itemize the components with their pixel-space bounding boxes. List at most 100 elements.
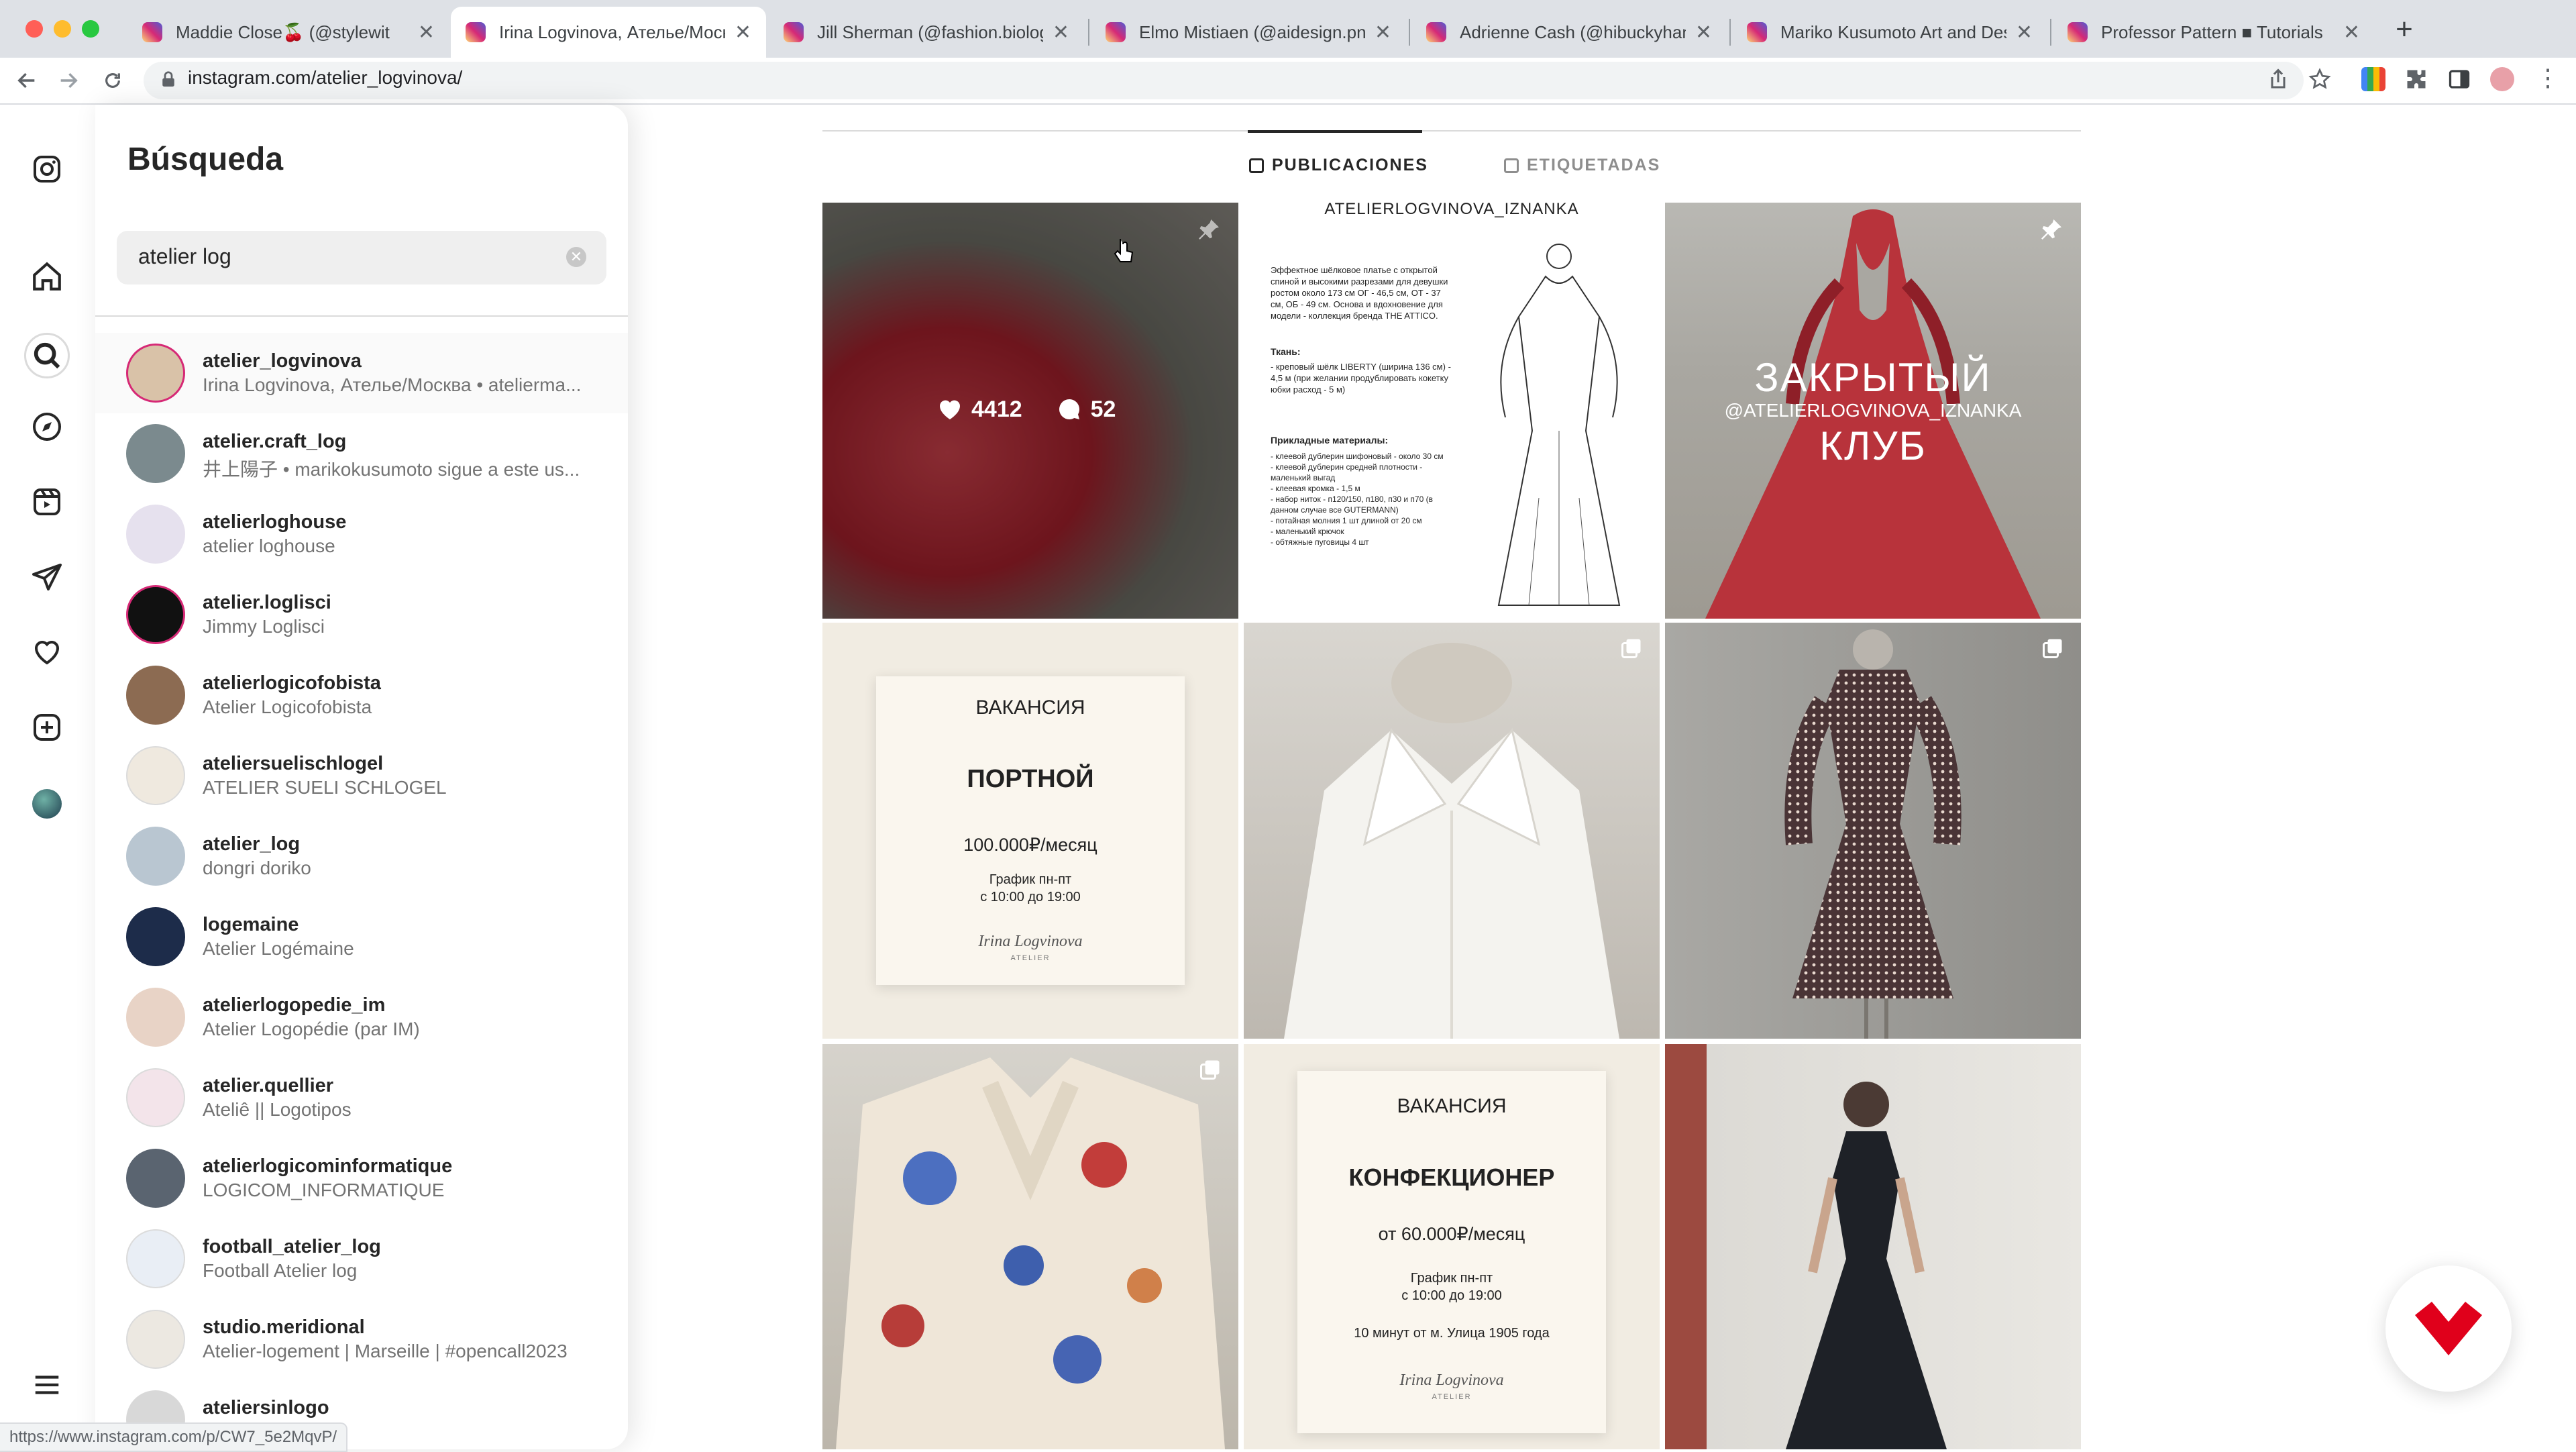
post-overlay-handle: @ATELIERLOGVINOVA_IZNANKA	[1724, 400, 2022, 421]
profile-avatar[interactable]	[32, 789, 62, 819]
post-thumbnail[interactable]	[1244, 623, 1660, 1039]
carousel-icon	[1198, 1057, 1225, 1084]
window-zoom-button[interactable]	[82, 20, 99, 38]
extensions-puzzle-icon[interactable]	[2404, 67, 2428, 91]
bookmark-star-icon[interactable]	[2308, 67, 2332, 91]
side-panel-icon[interactable]	[2447, 67, 2471, 91]
result-username: atelierlogicominformatique	[203, 1155, 453, 1177]
post-thumbnail[interactable]: ВАКАНСИЯ ПОРТНОЙ 100.000₽/месяц График п…	[822, 623, 1238, 1039]
post-description: Эффектное шёлковое платье с открытой спи…	[1271, 265, 1448, 321]
tagged-icon	[1504, 158, 1519, 173]
tab-posts[interactable]: PUBLICACIONES	[1249, 156, 1428, 175]
browser-tab[interactable]: Maddie Close🍒 (@stylewit ✕	[127, 7, 449, 58]
search-icon[interactable]	[24, 333, 70, 378]
browser-tab[interactable]: Mariko Kusumoto Art and Desi ✕	[1732, 7, 2047, 58]
post-materials-list: - клеевой дублерин шифоновый - около 30 …	[1271, 452, 1444, 547]
address-bar[interactable]	[144, 62, 2304, 99]
url-text[interactable]: instagram.com/atelier_logvinova/	[188, 67, 462, 89]
post-thumbnail[interactable]: 4412 52	[822, 203, 1238, 619]
close-tab-icon[interactable]: ✕	[1053, 21, 1069, 44]
result-username: atelier_log	[203, 833, 301, 855]
app-logo-icon	[2415, 1302, 2482, 1355]
tab-tagged[interactable]: ETIQUETADAS	[1504, 156, 1660, 175]
result-fullname: Atelier Logicofobista	[203, 696, 372, 717]
browser-tab[interactable]: Jill Sherman (@fashion.biologi ✕	[769, 7, 1084, 58]
close-tab-icon[interactable]: ✕	[418, 21, 435, 44]
tab-separator	[1409, 19, 1410, 46]
result-username: studio.meridional	[203, 1316, 365, 1338]
home-icon[interactable]	[27, 256, 67, 297]
close-tab-icon[interactable]: ✕	[2016, 21, 2033, 44]
result-avatar	[126, 1068, 185, 1127]
search-panel-title: Búsqueda	[127, 142, 284, 177]
instagram-favicon-icon	[784, 22, 804, 42]
close-tab-icon[interactable]: ✕	[1695, 21, 1712, 44]
vacancy-heading: ВАКАНСИЯ	[975, 696, 1085, 719]
vacancy-hours: с 10:00 до 19:00	[1401, 1288, 1502, 1303]
result-fullname: 井上陽子 • marikokusumoto sigue a este us...	[203, 459, 580, 480]
reload-icon[interactable]	[97, 64, 129, 97]
back-icon[interactable]	[11, 64, 43, 97]
like-count: 4412	[971, 396, 1022, 422]
explore-icon[interactable]	[27, 407, 67, 447]
result-avatar	[126, 1229, 185, 1288]
direct-messages-icon[interactable]	[27, 557, 67, 597]
browser-menu-icon[interactable]: ⋮	[2536, 66, 2560, 91]
print-dress-photo	[1784, 629, 1962, 1039]
pinned-post-icon	[2038, 216, 2065, 243]
reels-icon[interactable]	[27, 482, 67, 522]
post-thumbnail[interactable]: ЗАКРЫТЫЙ @ATELIERLOGVINOVA_IZNANKA КЛУБ	[1665, 203, 2081, 619]
vacancy-location: 10 минут от м. Улица 1905 года	[1354, 1326, 1550, 1341]
atelier-signature-sub: ATELIER	[1432, 1393, 1472, 1401]
post-thumbnail[interactable]	[1665, 1044, 2081, 1449]
forward-icon[interactable]	[52, 64, 85, 97]
window-minimize-button[interactable]	[54, 20, 71, 38]
vacancy-schedule: График пн-пт	[1410, 1271, 1493, 1286]
vacancy-heading: ВАКАНСИЯ	[1397, 1095, 1507, 1117]
instagram-logo-icon[interactable]	[27, 149, 67, 189]
instagram-nav-rail	[0, 105, 97, 1449]
floating-app-button[interactable]	[2385, 1265, 2512, 1392]
share-icon[interactable]	[2266, 67, 2290, 91]
site-info-icon[interactable]	[158, 70, 178, 90]
profile-divider	[822, 130, 2081, 132]
clear-search-icon[interactable]: ✕	[566, 247, 586, 267]
post-thumbnail[interactable]: ВАКАНСИЯ КОНФЕКЦИОНЕР от 60.000₽/месяц Г…	[1244, 1044, 1660, 1449]
browser-tab[interactable]: Adrienne Cash (@hibuckyhand ✕	[1411, 7, 1727, 58]
tab-separator	[2050, 19, 2051, 46]
close-tab-icon[interactable]: ✕	[735, 21, 751, 44]
instagram-favicon-icon	[466, 22, 486, 42]
close-tab-icon[interactable]: ✕	[2343, 21, 2360, 44]
browser-tab[interactable]: Professor Pattern ■ Tutorials ✕	[2053, 7, 2375, 58]
browser-tab[interactable]: Elmo Mistiaen (@aidesign.png) ✕	[1091, 7, 1406, 58]
result-fullname: Jimmy Loglisci	[203, 616, 325, 637]
more-menu-icon[interactable]	[27, 1365, 67, 1405]
result-avatar	[126, 827, 185, 886]
search-divider	[95, 315, 628, 317]
result-username: atelier.quellier	[203, 1075, 334, 1096]
post-thumbnail[interactable]	[1665, 623, 2081, 1039]
close-tab-icon[interactable]: ✕	[1375, 21, 1391, 44]
browser-tab-active[interactable]: Irina Logvinova, Ателье/Моск ✕	[451, 7, 766, 58]
active-tab-indicator	[1248, 130, 1422, 133]
result-avatar	[126, 505, 185, 564]
create-post-icon[interactable]	[27, 707, 67, 747]
new-tab-button[interactable]: +	[2388, 13, 2420, 46]
post-thumbnail[interactable]: ATELIERLOGVINOVA_IZNANKA Эффектное шёлко…	[1244, 203, 1660, 619]
window-close-button[interactable]	[25, 20, 43, 38]
vacancy-role: КОНФЕКЦИОНЕР	[1348, 1163, 1555, 1191]
result-fullname: Atelier-logement | Marseille | #opencall…	[203, 1341, 568, 1361]
profile-avatar[interactable]	[2490, 67, 2514, 91]
atelier-signature-logo: Irina Logvinova	[978, 933, 1083, 950]
instagram-favicon-icon	[142, 22, 162, 42]
extension-icon[interactable]	[2361, 67, 2385, 91]
result-fullname: Atelier Logémaine	[203, 938, 354, 959]
search-input-value[interactable]: atelier log	[138, 244, 231, 269]
result-username: atelierlogicofobista	[203, 672, 381, 694]
post-thumbnail[interactable]	[822, 1044, 1238, 1449]
result-fullname: atelier loghouse	[203, 535, 335, 556]
post-fabric-title: Ткань:	[1271, 346, 1301, 357]
result-username: atelierlogopedie_im	[203, 994, 386, 1016]
post-overlay-subtitle: КЛУБ	[1819, 423, 1927, 468]
notifications-heart-icon[interactable]	[27, 632, 67, 672]
